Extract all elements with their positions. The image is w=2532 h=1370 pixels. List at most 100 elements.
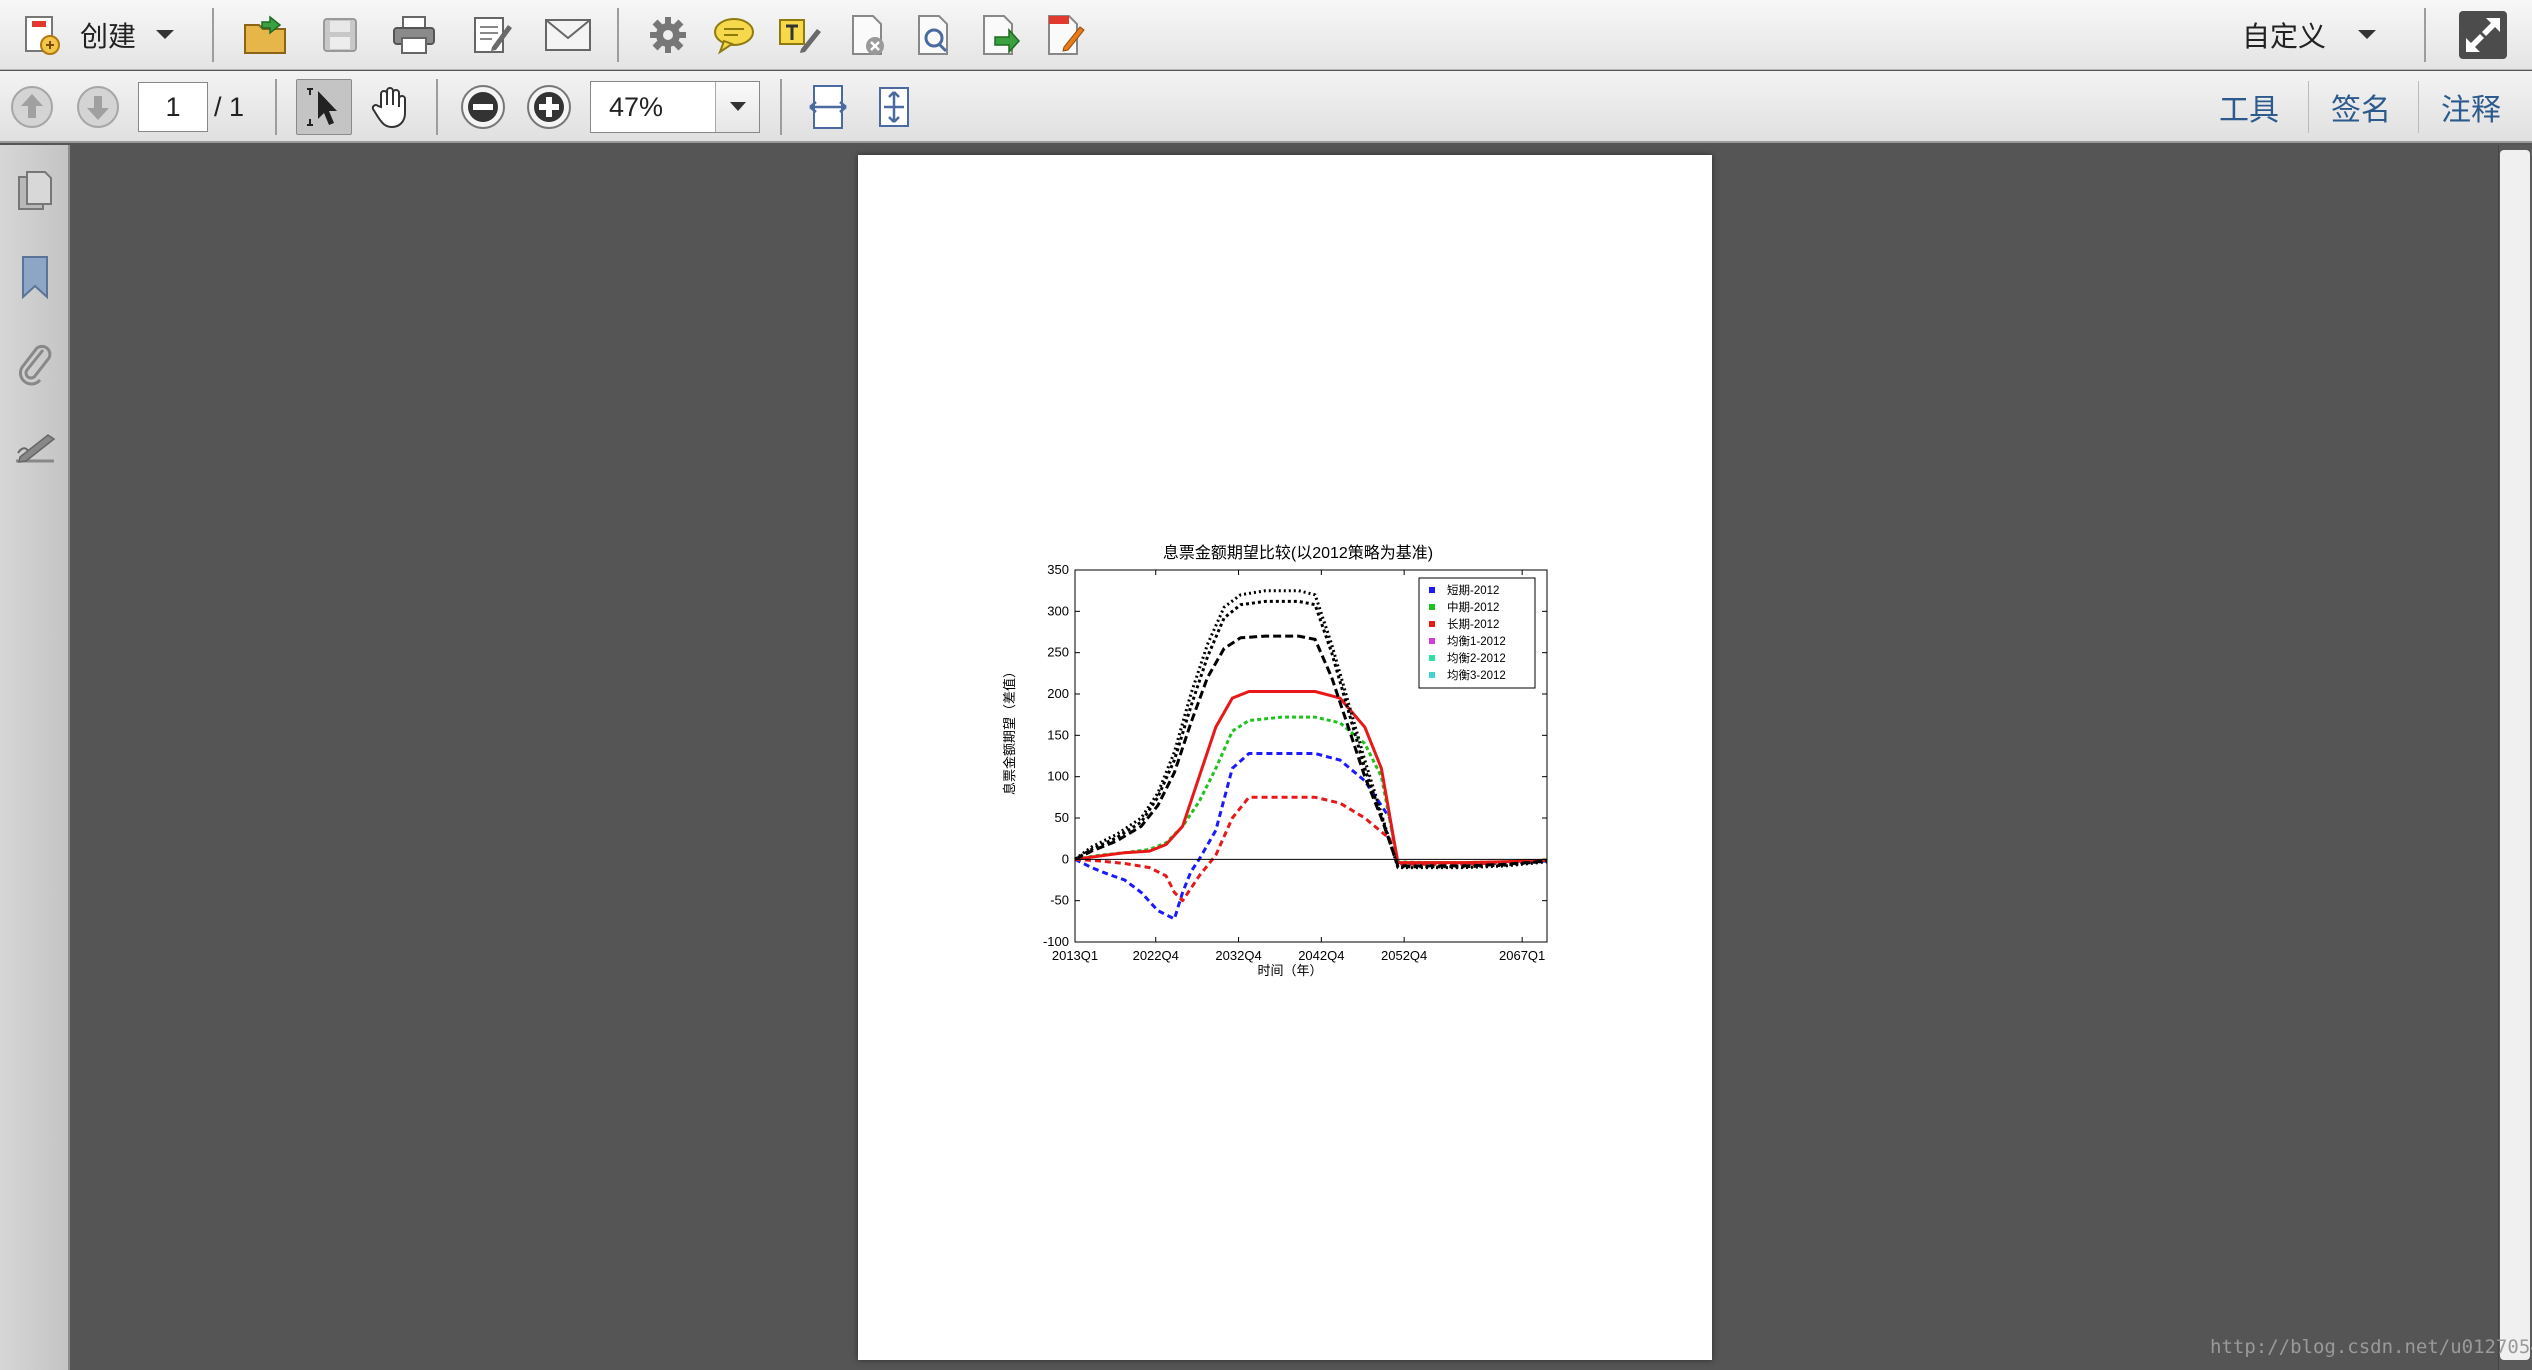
chevron-down-icon [2358, 30, 2377, 39]
customize-dropdown[interactable]: 自定义 [2236, 8, 2384, 62]
attachments-button[interactable] [7, 335, 63, 391]
legend-swatch [1429, 604, 1435, 610]
navigation-pane [0, 145, 70, 1370]
toolbar-divider [436, 79, 438, 135]
series-line-0 [1074, 752, 1548, 921]
select-tool-button[interactable] [296, 79, 352, 135]
print-button[interactable] [386, 7, 442, 63]
legend-label: 均衡3-2012 [1447, 669, 1506, 682]
y-tick-label: -50 [1050, 893, 1069, 908]
x-tick-label: 2022Q4 [1133, 948, 1179, 963]
open-button[interactable] [238, 7, 294, 63]
y-tick-label: 250 [1047, 645, 1069, 660]
document-export-icon [983, 15, 1021, 55]
save-disk-icon [323, 18, 357, 52]
toolbar-divider [275, 79, 277, 135]
tab-tools[interactable]: 工具 [2208, 79, 2290, 135]
page-ocr-button[interactable] [906, 7, 962, 63]
export-button[interactable] [972, 7, 1028, 63]
zoom-value: 47% [609, 91, 664, 122]
line-chart: 息票金额期望比较(以2012策略为基准) 息票金额期望（差值） 时间（年） 35… [1002, 544, 1548, 978]
legend-swatch [1429, 672, 1435, 678]
zoom-dropdown-toggle[interactable] [715, 82, 759, 132]
x-tick-label: 2042Q4 [1298, 948, 1344, 963]
plus-circle-icon [527, 85, 571, 129]
vertical-scrollbar-thumb[interactable] [2500, 150, 2530, 1360]
legend-label: 均衡2-2012 [1447, 652, 1506, 665]
document-sign-icon [1048, 15, 1085, 55]
delete-page-button[interactable] [840, 7, 896, 63]
open-folder-icon [244, 15, 286, 54]
create-pdf-icon [25, 16, 60, 55]
customize-label: 自定义 [2242, 21, 2327, 52]
fullscreen-button[interactable] [2454, 6, 2512, 64]
fit-width-button[interactable] [800, 79, 856, 135]
tab-sign[interactable]: 签名 [2318, 79, 2404, 135]
document-search-icon [918, 15, 948, 55]
chart-title: 息票金额期望比较(以2012策略为基准) [1163, 544, 1433, 562]
y-tick-label: -100 [1043, 934, 1069, 949]
document-delete-icon [852, 15, 884, 55]
sign-document-button[interactable] [1038, 7, 1094, 63]
expand-icon [2459, 11, 2507, 59]
speech-bubble-icon [714, 18, 754, 55]
hand-icon [371, 87, 406, 129]
toolbar-divider [212, 8, 214, 62]
comment-button[interactable] [706, 7, 762, 63]
printer-icon [393, 16, 435, 54]
zoom-out-button[interactable] [455, 79, 511, 135]
x-tick-label: 2032Q4 [1215, 948, 1261, 963]
legend-label: 中期-2012 [1447, 601, 1499, 614]
toolbar-divider [2424, 8, 2426, 62]
series-line-1 [1074, 715, 1548, 865]
legend: 短期-2012 中期-2012 长期-2012 均衡1-2012 均衡2-2012 均衡3… [1418, 577, 1536, 689]
y-tick-label: 200 [1047, 686, 1069, 701]
minus-circle-icon [461, 85, 505, 129]
main-toolbar: 创建 自定义 [0, 0, 2532, 70]
y-tick-label: 50 [1055, 810, 1069, 825]
series-line-2 [1074, 690, 1548, 865]
legend-swatch [1429, 655, 1435, 661]
email-button[interactable] [540, 7, 596, 63]
create-button[interactable]: 创建 [10, 6, 184, 64]
fit-page-button[interactable] [866, 79, 922, 135]
page-thumbnails-button[interactable] [7, 163, 63, 219]
fit-page-icon [879, 87, 909, 127]
bookmarks-button[interactable] [7, 249, 63, 305]
toolbar-divider [617, 8, 619, 62]
y-tick-label: 300 [1047, 603, 1069, 618]
previous-page-button[interactable] [4, 79, 60, 135]
settings-button[interactable] [640, 7, 696, 63]
save-button[interactable] [312, 7, 368, 63]
zoom-select[interactable]: 47% [590, 81, 760, 133]
pages-icon [18, 171, 52, 210]
hand-tool-button[interactable] [362, 79, 418, 135]
tab-comment[interactable]: 注释 [2428, 79, 2514, 135]
signatures-button[interactable] [7, 421, 63, 477]
watermark: http://blog.csdn.net/u012705410 [2210, 1336, 2532, 1358]
arrow-down-icon [77, 86, 119, 128]
tab-divider [2308, 81, 2309, 133]
arrow-up-icon [11, 86, 53, 128]
legend-label: 均衡1-2012 [1447, 635, 1506, 648]
zoom-in-button[interactable] [521, 79, 577, 135]
edit-button[interactable] [464, 7, 520, 63]
chevron-down-icon [729, 102, 746, 111]
chevron-down-icon [156, 30, 175, 39]
navigation-toolbar: 1 / 1 47% 工具 签名 注释 [0, 71, 2532, 143]
text-annotate-button[interactable] [772, 7, 828, 63]
text-highlight-icon [779, 19, 821, 53]
fit-width-icon [809, 85, 847, 129]
next-page-button[interactable] [70, 79, 126, 135]
x-axis-label: 时间（年） [1257, 963, 1322, 978]
edit-document-icon [474, 17, 512, 53]
x-tick-label: 2013Q1 [1052, 948, 1098, 963]
y-axis-label: 息票金额期望（差值） [1002, 665, 1017, 795]
y-tick-label: 0 [1062, 851, 1069, 866]
page-total-label: / 1 [214, 91, 245, 122]
page-number-input[interactable]: 1 [138, 82, 208, 132]
y-tick-label: 350 [1047, 562, 1069, 577]
y-tick-label: 150 [1047, 727, 1069, 742]
pdf-page: 息票金额期望比较(以2012策略为基准) 息票金额期望（差值） 时间（年） 35… [858, 155, 1712, 1360]
bookmark-icon [22, 256, 48, 300]
